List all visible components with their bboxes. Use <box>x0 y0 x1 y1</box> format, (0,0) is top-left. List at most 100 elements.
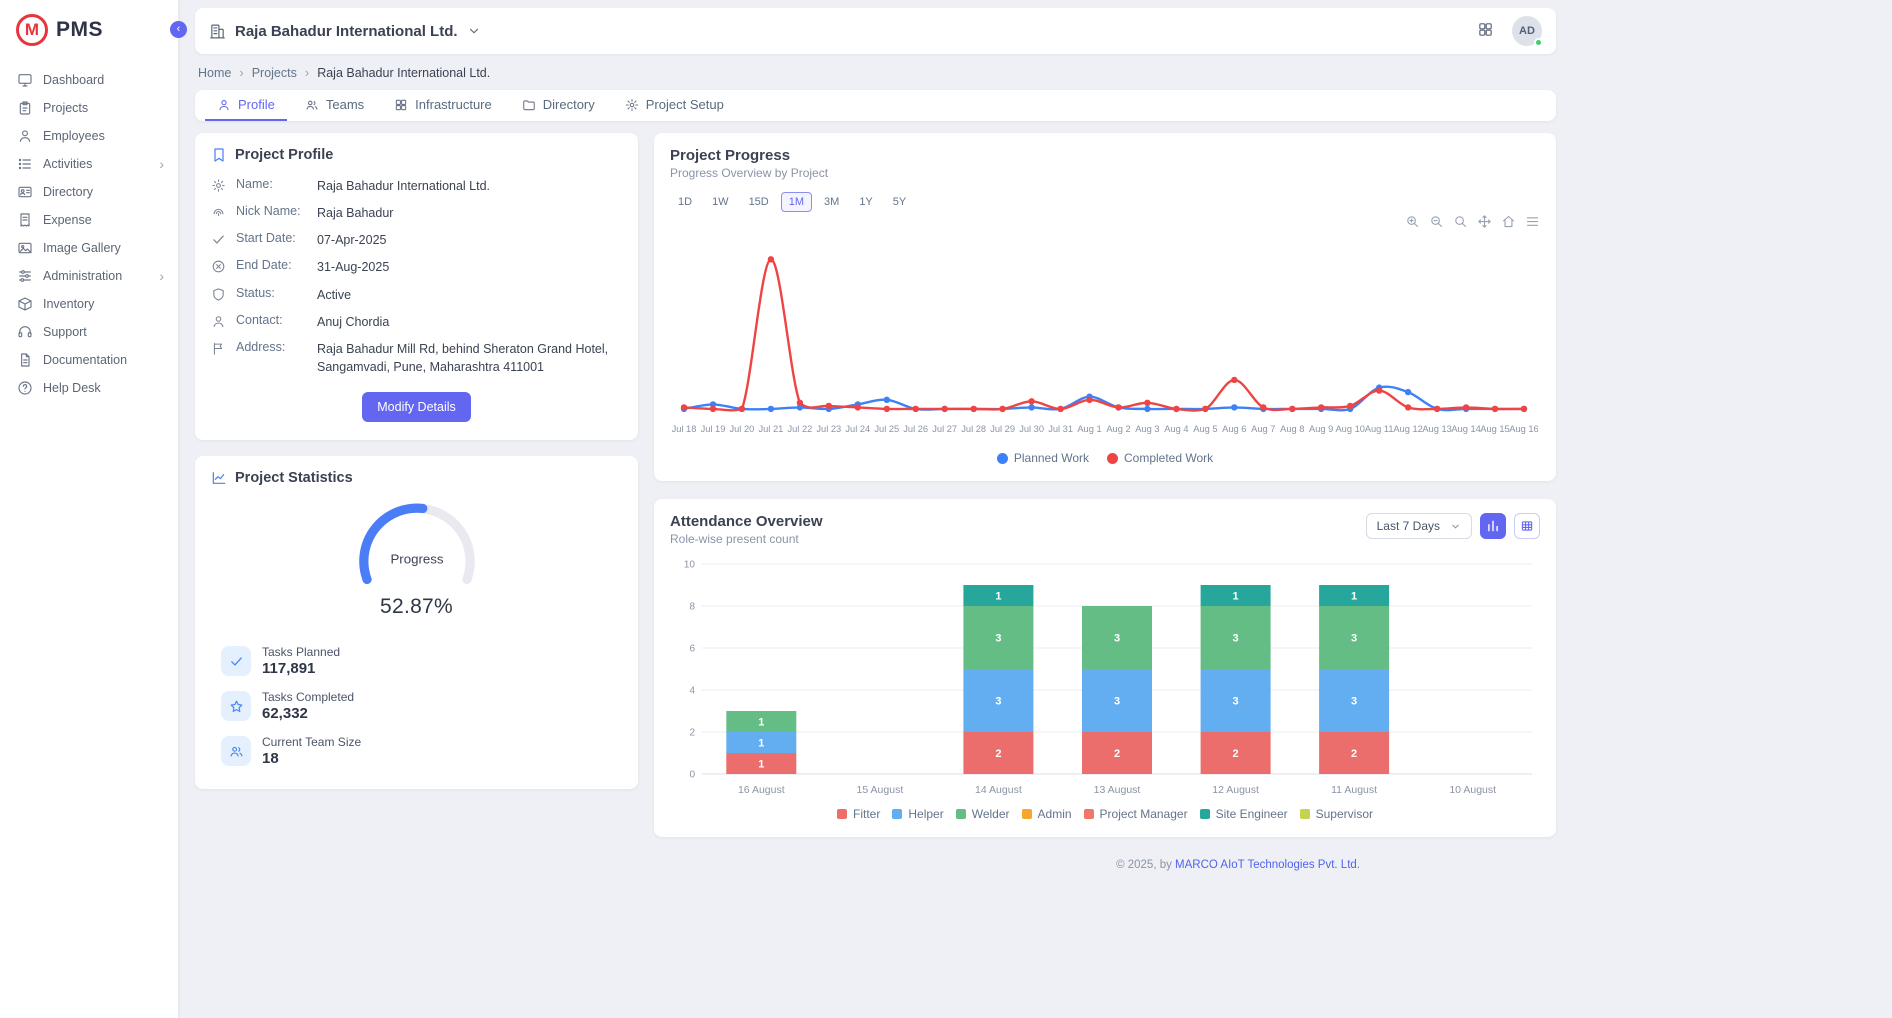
sidebar-nav: Dashboard Projects Employees Activities … <box>0 62 178 406</box>
bar-chart-svg[interactable]: 024681011116 August15 August233114 Augus… <box>670 554 1538 802</box>
range-button-1w[interactable]: 1W <box>704 192 737 212</box>
range-button-5y[interactable]: 5Y <box>885 192 914 212</box>
sidebar-item-employees[interactable]: Employees <box>0 122 178 150</box>
svg-text:Jul 18: Jul 18 <box>672 424 697 434</box>
table-icon <box>1520 519 1534 533</box>
tab-directory[interactable]: Directory <box>510 90 607 121</box>
legend-item-site-engineer[interactable]: Site Engineer <box>1200 807 1288 821</box>
logo[interactable]: M PMS <box>0 0 178 62</box>
svg-text:2: 2 <box>1351 748 1357 760</box>
zoom-in-icon[interactable] <box>1405 214 1420 232</box>
building-icon <box>209 23 226 40</box>
menu-icon[interactable] <box>1525 214 1540 232</box>
svg-text:12 August: 12 August <box>1212 784 1259 796</box>
card-subtitle: Progress Overview by Project <box>670 166 1540 180</box>
svg-text:Aug 6: Aug 6 <box>1222 424 1246 434</box>
chart-toolbar <box>670 214 1540 232</box>
avatar[interactable]: AD <box>1512 16 1542 46</box>
sidebar-item-support[interactable]: Support <box>0 318 178 346</box>
help-desk-icon <box>17 380 33 396</box>
star-icon <box>221 691 251 721</box>
legend-item-project-manager[interactable]: Project Manager <box>1084 807 1188 821</box>
svg-text:3: 3 <box>1233 632 1239 644</box>
chevron-right-icon: › <box>159 157 164 171</box>
tab-project-setup[interactable]: Project Setup <box>613 90 736 121</box>
main-content: Raja Bahadur International Ltd. AD Home … <box>178 0 1556 883</box>
tab-teams[interactable]: Teams <box>293 90 376 121</box>
legend-swatch <box>1084 809 1094 819</box>
profile-field-name: Name: Raja Bahadur International Ltd. <box>211 177 622 195</box>
check-icon <box>221 646 251 676</box>
breadcrumb-home[interactable]: Home <box>198 66 231 80</box>
sidebar-item-directory[interactable]: Directory <box>0 178 178 206</box>
sidebar-item-help-desk[interactable]: Help Desk <box>0 374 178 402</box>
svg-text:Aug 5: Aug 5 <box>1193 424 1217 434</box>
footer-link[interactable]: MARCO AIoT Technologies Pvt. Ltd. <box>1175 859 1360 871</box>
flag-icon <box>211 341 227 356</box>
circle-x-icon <box>211 259 227 274</box>
legend-item-fitter[interactable]: Fitter <box>837 807 880 821</box>
sidebar-item-activities[interactable]: Activities › <box>0 150 178 178</box>
legend-item-welder[interactable]: Welder <box>956 807 1010 821</box>
project-statistics-card: Project Statistics Progress 52.87% Tasks… <box>195 456 638 789</box>
legend-item-supervisor[interactable]: Supervisor <box>1300 807 1373 821</box>
legend-item-completed-work[interactable]: Completed Work <box>1107 451 1213 465</box>
svg-text:Jul 19: Jul 19 <box>701 424 726 434</box>
projects-icon <box>17 100 33 116</box>
legend-item-helper[interactable]: Helper <box>892 807 943 821</box>
shield-icon <box>211 287 227 302</box>
range-button-3m[interactable]: 3M <box>816 192 847 212</box>
zoom-out-icon[interactable] <box>1429 214 1444 232</box>
user-icon <box>217 98 231 112</box>
chart-view-button[interactable] <box>1480 513 1506 539</box>
home-icon[interactable] <box>1501 214 1516 232</box>
bookmark-icon <box>211 147 227 163</box>
sidebar-item-projects[interactable]: Projects <box>0 94 178 122</box>
line-chart-legend: Planned Work Completed Work <box>670 451 1540 465</box>
range-selector: 1D 1W 15D 1M 3M 1Y 5Y <box>670 192 1540 212</box>
svg-text:0: 0 <box>689 770 695 781</box>
dashboard-icon <box>17 72 33 88</box>
tab-profile[interactable]: Profile <box>205 90 287 121</box>
range-button-1y[interactable]: 1Y <box>851 192 880 212</box>
svg-text:Aug 16: Aug 16 <box>1509 424 1538 434</box>
administration-icon <box>17 268 33 284</box>
selection-zoom-icon[interactable] <box>1453 214 1468 232</box>
sidebar-item-expense[interactable]: Expense <box>0 206 178 234</box>
range-button-15d[interactable]: 15D <box>741 192 777 212</box>
apps-grid-button[interactable] <box>1475 19 1496 43</box>
card-title: Project Statistics <box>235 470 353 486</box>
stat-tasks-planned: Tasks Planned 117,891 <box>221 645 622 677</box>
sidebar-item-administration[interactable]: Administration › <box>0 262 178 290</box>
range-button-1d[interactable]: 1D <box>670 192 700 212</box>
line-chart-svg[interactable]: Jul 18Jul 19Jul 20Jul 21Jul 22Jul 23Jul … <box>670 232 1538 446</box>
svg-text:13 August: 13 August <box>1094 784 1141 796</box>
attendance-range-select[interactable]: Last 7 Days <box>1366 513 1472 539</box>
modify-details-button[interactable]: Modify Details <box>362 392 471 422</box>
legend-item-planned-work[interactable]: Planned Work <box>997 451 1089 465</box>
sidebar-item-image-gallery[interactable]: Image Gallery <box>0 234 178 262</box>
svg-text:14 August: 14 August <box>975 784 1022 796</box>
logo-icon: M <box>16 14 48 46</box>
topbar: Raja Bahadur International Ltd. AD <box>195 8 1556 54</box>
tab-infrastructure[interactable]: Infrastructure <box>382 90 504 121</box>
legend-item-admin[interactable]: Admin <box>1022 807 1072 821</box>
sidebar-item-inventory[interactable]: Inventory <box>0 290 178 318</box>
breadcrumb-projects[interactable]: Projects <box>252 66 297 80</box>
company-selector[interactable]: Raja Bahadur International Ltd. <box>209 23 481 40</box>
svg-text:2: 2 <box>1233 748 1239 760</box>
bar-chart-legend: Fitter Helper Welder Admin Project Manager Si… <box>670 807 1540 821</box>
svg-text:Aug 10: Aug 10 <box>1335 424 1364 434</box>
svg-text:10: 10 <box>684 560 696 571</box>
range-button-1m[interactable]: 1M <box>781 192 812 212</box>
sidebar-item-dashboard[interactable]: Dashboard <box>0 66 178 94</box>
progress-gauge: Progress 52.87% <box>211 500 622 619</box>
sidebar-collapse-button[interactable]: ‹ <box>170 21 187 38</box>
table-view-button[interactable] <box>1514 513 1540 539</box>
sidebar-item-documentation[interactable]: Documentation <box>0 346 178 374</box>
employees-icon <box>17 128 33 144</box>
svg-text:Jul 28: Jul 28 <box>961 424 986 434</box>
svg-text:Jul 25: Jul 25 <box>874 424 899 434</box>
svg-text:Aug 13: Aug 13 <box>1422 424 1451 434</box>
pan-icon[interactable] <box>1477 214 1492 232</box>
